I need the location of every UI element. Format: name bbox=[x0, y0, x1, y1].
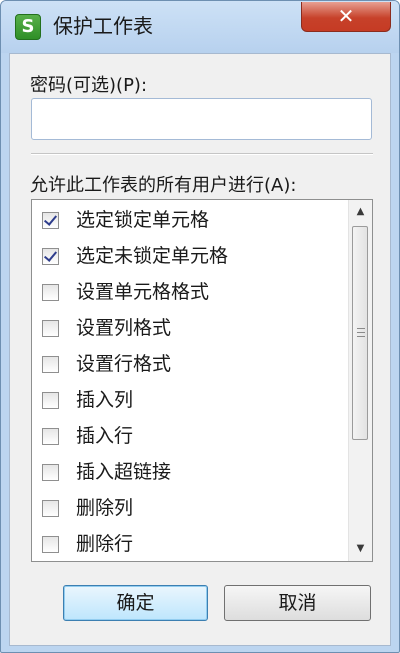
checkbox[interactable] bbox=[42, 500, 59, 517]
list-item-label: 设置单元格格式 bbox=[76, 281, 210, 303]
app-logo-icon: S bbox=[15, 14, 41, 40]
list-item[interactable]: 插入行 bbox=[32, 418, 340, 454]
checkbox[interactable] bbox=[42, 284, 59, 301]
checkbox[interactable] bbox=[42, 392, 59, 409]
scroll-up-arrow-icon[interactable]: ▲ bbox=[349, 200, 372, 224]
close-icon: ✕ bbox=[337, 4, 355, 28]
scroll-thumb[interactable] bbox=[352, 226, 368, 440]
title-bar[interactable]: S 保护工作表 ✕ bbox=[1, 1, 399, 53]
list-item[interactable]: 设置单元格格式 bbox=[32, 274, 340, 310]
checkbox[interactable] bbox=[42, 212, 59, 229]
list-item[interactable]: 设置列格式 bbox=[32, 310, 340, 346]
dialog-title: 保护工作表 bbox=[53, 14, 153, 38]
list-item[interactable]: 插入超链接 bbox=[32, 454, 340, 490]
list-item[interactable]: 设置行格式 bbox=[32, 346, 340, 382]
list-item[interactable]: 删除列 bbox=[32, 490, 340, 526]
list-item[interactable]: 选定锁定单元格 bbox=[32, 202, 340, 238]
separator bbox=[31, 153, 373, 155]
permissions-items: 选定锁定单元格 选定未锁定单元格 设置单元格格式 设置列格式 设置行格式 插入列… bbox=[32, 202, 340, 561]
list-item-label: 删除行 bbox=[76, 533, 134, 555]
list-item[interactable]: 插入列 bbox=[32, 382, 340, 418]
list-item-label: 设置列格式 bbox=[76, 317, 172, 339]
checkbox[interactable] bbox=[42, 464, 59, 481]
list-item-label: 删除列 bbox=[76, 497, 134, 519]
password-field[interactable] bbox=[31, 98, 372, 140]
list-item[interactable]: 选定未锁定单元格 bbox=[32, 238, 340, 274]
dialog-body: 密码(可选)(P): 允许此工作表的所有用户进行(A): 选定锁定单元格 选定未… bbox=[9, 53, 391, 646]
permissions-list[interactable]: 选定锁定单元格 选定未锁定单元格 设置单元格格式 设置列格式 设置行格式 插入列… bbox=[31, 199, 373, 562]
scroll-down-arrow-icon[interactable]: ▼ bbox=[349, 537, 372, 561]
grip-icon bbox=[357, 328, 365, 337]
ok-button[interactable]: 确定 bbox=[63, 585, 208, 621]
list-item-label: 选定锁定单元格 bbox=[76, 209, 210, 231]
checkbox[interactable] bbox=[42, 320, 59, 337]
close-button[interactable]: ✕ bbox=[301, 2, 391, 32]
protect-sheet-dialog: S 保护工作表 ✕ 密码(可选)(P): 允许此工作表的所有用户进行(A): 选… bbox=[0, 0, 400, 653]
list-item-label: 设置行格式 bbox=[76, 353, 172, 375]
checkbox[interactable] bbox=[42, 428, 59, 445]
list-item-label: 选定未锁定单元格 bbox=[76, 245, 229, 267]
vertical-scrollbar[interactable]: ▲ ▼ bbox=[348, 200, 372, 561]
list-item-label: 插入行 bbox=[76, 425, 134, 447]
permissions-label: 允许此工作表的所有用户进行(A): bbox=[30, 175, 297, 196]
password-label: 密码(可选)(P): bbox=[30, 75, 148, 96]
list-item[interactable]: 删除行 bbox=[32, 526, 340, 561]
checkbox[interactable] bbox=[42, 356, 59, 373]
list-item-label: 插入列 bbox=[76, 389, 134, 411]
checkbox[interactable] bbox=[42, 248, 59, 265]
cancel-button[interactable]: 取消 bbox=[224, 585, 371, 621]
list-item-label: 插入超链接 bbox=[76, 461, 172, 483]
checkbox[interactable] bbox=[42, 536, 59, 553]
